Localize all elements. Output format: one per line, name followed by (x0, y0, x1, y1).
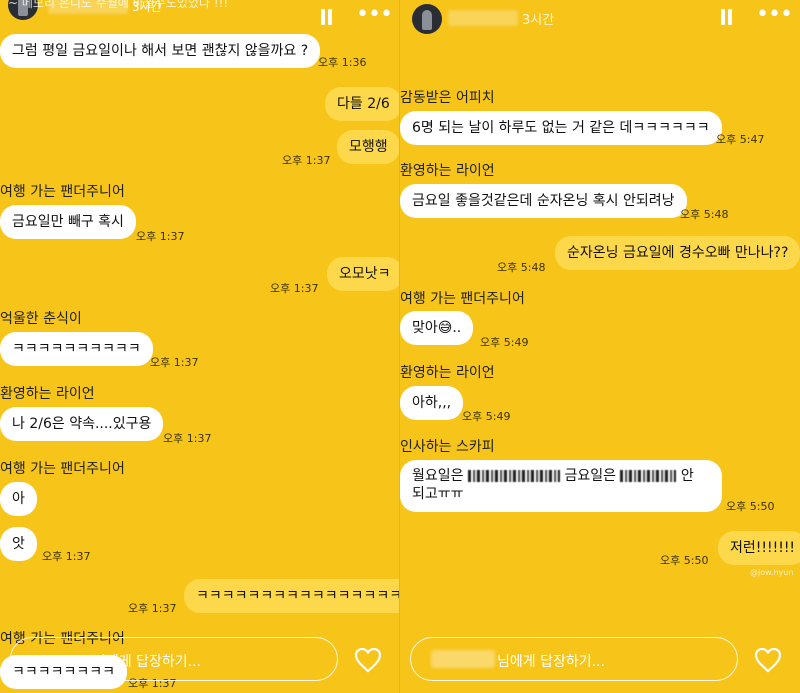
message-time: 오후 5:50 (660, 554, 709, 567)
more-icon[interactable]: ••• (756, 4, 793, 26)
chat-bubble: 아 (0, 482, 37, 516)
chat-bubble-me: 모행행 (337, 130, 400, 164)
chat-bubble: 아하,,, (400, 386, 464, 420)
story-panel-left: 3시간 ••• ~ 메모리 온니도 수월에 바뀔수도있었다 !!! 그럼 평일 … (0, 0, 400, 693)
message-time: 오후 1:37 (136, 230, 185, 243)
message-time: 오후 5:47 (716, 133, 765, 146)
reply-placeholder: 님에게 답장하기... (93, 654, 201, 670)
chat-bubble: 월요일은 금요일은 안 되고ㅠㅠ (400, 460, 722, 512)
chat-bubble: 금요일만 빼구 혹시 (0, 205, 136, 239)
chat-bubble-me: 저런!!!!!!! (718, 531, 800, 565)
message-time: 오후 1:37 (270, 282, 319, 295)
sender-name: 감동받은 어피치 (400, 90, 495, 106)
chat-bubble: 금요일 좋을것같은데 순자온닝 혹시 안되려낭 (400, 184, 687, 218)
heart-icon[interactable] (354, 647, 382, 673)
story-panel-right: 3시간 ••• 감동받은 어피치 6명 되는 날이 하루도 없는 거 같은 데ㅋ… (400, 0, 800, 693)
pause-icon[interactable] (720, 9, 734, 25)
chat-bubble-me: 오모낫ㅋ (327, 257, 400, 291)
message-time: 오후 5:48 (497, 261, 546, 274)
chat-bubble-me: 다들 2/6 (325, 87, 400, 121)
message-time: 오후 5:50 (726, 500, 775, 513)
sender-name: 환영하는 라이언 (400, 163, 495, 179)
chat-bubble-me: ㅋㅋㅋㅋㅋㅋㅋㅋㅋㅋㅋㅋㅋㅋㅋㅋ (184, 579, 400, 613)
overlay-header-text: ~ 메모리 온니도 수월에 바뀔수도있었다 !!! (8, 0, 229, 10)
message-time: 오후 5:49 (480, 336, 529, 349)
sender-name: 환영하는 라이언 (0, 386, 95, 402)
message-text: 되고ㅠㅠ (412, 486, 464, 502)
redacted-text (620, 470, 677, 482)
message-time: 오후 1:37 (128, 602, 177, 615)
reply-input[interactable]: 님에게 답장하기... (10, 637, 338, 681)
message-time: 오후 1:37 (163, 432, 212, 445)
message-time: 오후 1:37 (282, 154, 331, 167)
redacted-text (467, 470, 560, 482)
story-time-ago: 3시간 (522, 13, 555, 28)
chat-bubble: 나 2/6은 약속....있구용 (0, 407, 164, 441)
reply-placeholder: 님에게 답장하기... (497, 654, 605, 670)
sender-name: 여행 가는 팬더주니어 (0, 184, 125, 200)
message-time: 오후 1:36 (318, 56, 367, 69)
sender-name: 여행 가는 팬더주니어 (400, 291, 525, 307)
message-text: 안 (680, 468, 694, 484)
chat-bubble: 앗 (0, 527, 37, 561)
chat-bubble: 맞아😅.. (400, 311, 474, 345)
reply-input[interactable]: 님에게 답장하기... (410, 637, 738, 681)
story-header: 3시간 ••• (400, 0, 800, 40)
chat-bubble: 그럼 평일 금요일이나 해서 보면 괜찮지 않을까요 ? (0, 34, 321, 68)
more-icon[interactable]: ••• (356, 4, 393, 26)
chat-bubble: 6명 되는 날이 하루도 없는 거 같은 데ㅋㅋㅋㅋㅋㅋ (400, 111, 722, 145)
username-blurred (431, 650, 495, 668)
pause-icon[interactable] (320, 9, 334, 25)
message-text: 금요일은 (564, 468, 616, 484)
message-time: 오후 5:48 (680, 208, 729, 221)
watermark: @jow.hyun (750, 568, 794, 577)
message-text: 월요일은 (412, 468, 464, 484)
sender-name: 여행 가는 팬더주니어 (0, 461, 125, 477)
sender-name: 환영하는 라이언 (400, 365, 495, 381)
message-time: 오후 1:37 (42, 550, 91, 563)
message-time: 오후 1:37 (150, 356, 199, 369)
chat-bubble-me: 순자온닝 금요일에 경수오빠 만나나?? (555, 236, 800, 270)
message-time: 오후 5:49 (462, 410, 511, 423)
username-blurred (448, 10, 518, 26)
chat-bubble: ㅋㅋㅋㅋㅋㅋㅋㅋㅋㅋ (0, 332, 153, 366)
heart-icon[interactable] (754, 647, 782, 673)
sender-name: 인사하는 스카피 (400, 439, 495, 455)
story-viewer: 3시간 ••• ~ 메모리 온니도 수월에 바뀔수도있었다 !!! 그럼 평일 … (0, 0, 800, 693)
avatar[interactable] (412, 4, 442, 34)
sender-name: 억울한 춘식이 (0, 311, 82, 327)
